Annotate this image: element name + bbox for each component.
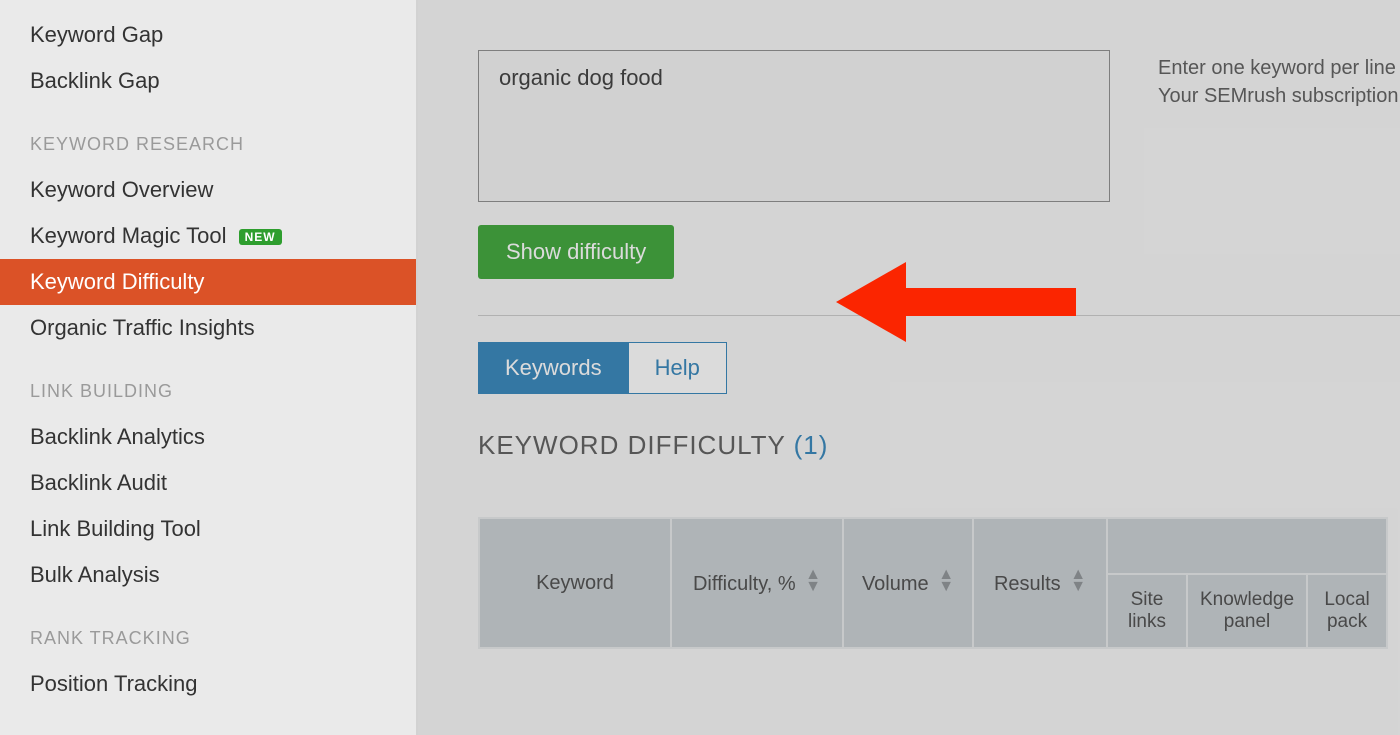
main-area: Enter one keyword per line Your SEMrush … — [418, 0, 1400, 735]
col-site-links[interactable]: Site links — [1107, 574, 1187, 648]
sidebar-item-backlink-audit[interactable]: Backlink Audit — [0, 460, 416, 506]
divider — [478, 315, 1400, 316]
sidebar-item-keyword-overview[interactable]: Keyword Overview — [0, 167, 416, 213]
sort-icon: ▲▼ — [805, 569, 821, 591]
sidebar-item-keyword-gap[interactable]: Keyword Gap — [0, 12, 416, 58]
col-results[interactable]: Results ▲▼ — [973, 518, 1107, 648]
sidebar-heading-link-building: LINK BUILDING — [0, 351, 416, 414]
col-local-pack[interactable]: Local pack — [1307, 574, 1387, 648]
show-difficulty-button[interactable]: Show difficulty — [478, 225, 674, 279]
keyword-input[interactable] — [478, 50, 1110, 202]
sidebar: Keyword Gap Backlink Gap KEYWORD RESEARC… — [0, 0, 418, 735]
tab-row: Keywords Help — [478, 342, 1400, 394]
col-volume[interactable]: Volume ▲▼ — [843, 518, 973, 648]
tab-help[interactable]: Help — [628, 342, 727, 394]
sort-icon: ▲▼ — [938, 569, 954, 591]
col-serp-features-header — [1107, 518, 1387, 574]
sidebar-item-keyword-difficulty[interactable]: Keyword Difficulty — [0, 259, 416, 305]
col-volume-label: Volume — [862, 574, 929, 596]
badge-new: NEW — [239, 229, 282, 245]
section-title: KEYWORD DIFFICULTY (1) — [478, 430, 1400, 461]
sidebar-heading-rank-tracking: RANK TRACKING — [0, 598, 416, 661]
sort-icon: ▲▼ — [1070, 569, 1086, 591]
section-title-count: (1) — [794, 430, 829, 460]
sidebar-item-keyword-magic-tool[interactable]: Keyword Magic Tool NEW — [0, 213, 416, 259]
sidebar-item-backlink-gap[interactable]: Backlink Gap — [0, 58, 416, 104]
input-hint-line1: Enter one keyword per line — [1158, 54, 1399, 82]
col-difficulty-label: Difficulty, % — [693, 574, 796, 596]
sidebar-item-bulk-analysis[interactable]: Bulk Analysis — [0, 552, 416, 598]
tab-keywords[interactable]: Keywords — [478, 342, 628, 394]
sidebar-item-label: Keyword Magic Tool — [30, 223, 226, 248]
col-difficulty[interactable]: Difficulty, % ▲▼ — [671, 518, 843, 648]
col-keyword[interactable]: Keyword — [479, 518, 671, 648]
input-hint: Enter one keyword per line Your SEMrush … — [1158, 54, 1399, 110]
section-title-text: KEYWORD DIFFICULTY — [478, 430, 794, 460]
results-table: Keyword Difficulty, % ▲▼ Volume ▲▼ Resul… — [478, 517, 1388, 649]
col-knowledge-panel[interactable]: Knowledge panel — [1187, 574, 1307, 648]
sidebar-item-organic-traffic-insights[interactable]: Organic Traffic Insights — [0, 305, 416, 351]
sidebar-item-backlink-analytics[interactable]: Backlink Analytics — [0, 414, 416, 460]
col-results-label: Results — [994, 574, 1061, 596]
sidebar-item-position-tracking[interactable]: Position Tracking — [0, 661, 416, 707]
sidebar-heading-keyword-research: KEYWORD RESEARCH — [0, 104, 416, 167]
input-hint-line2: Your SEMrush subscription — [1158, 82, 1399, 110]
sidebar-item-link-building-tool[interactable]: Link Building Tool — [0, 506, 416, 552]
